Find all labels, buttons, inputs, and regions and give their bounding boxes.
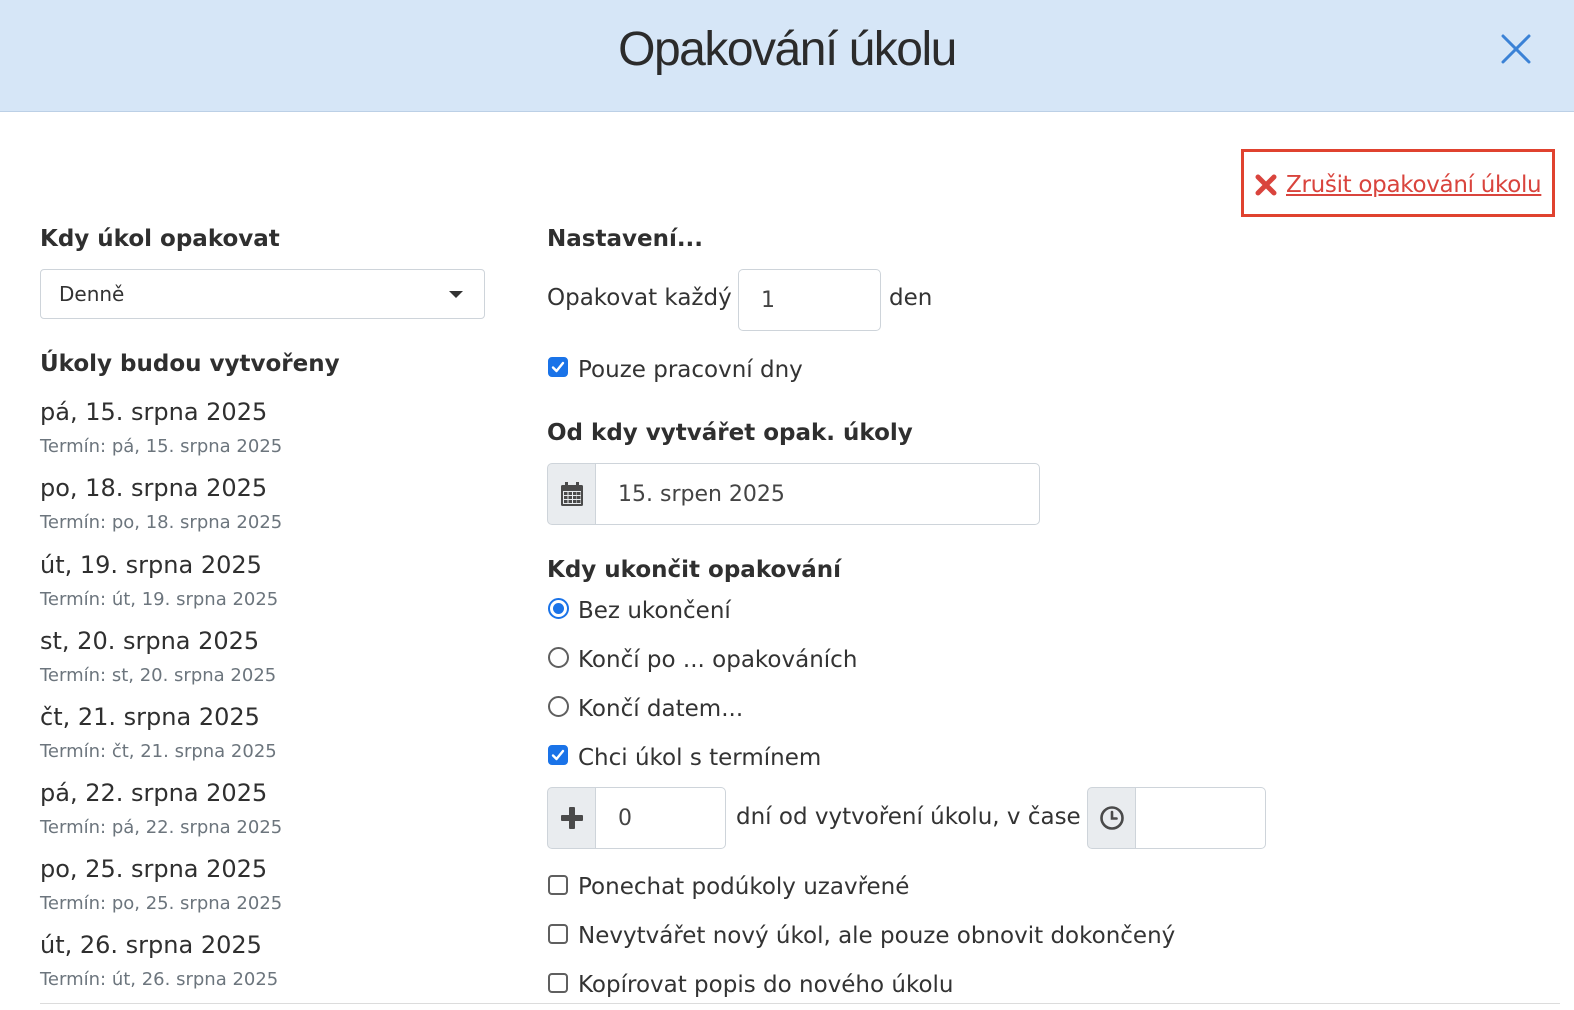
occurrence-term: Termín: pá, 22. srpna 2025 (40, 817, 283, 838)
occurrence-term: Termín: st, 20. srpna 2025 (40, 665, 277, 686)
occurrence-term: Termín: pá, 15. srpna 2025 (40, 436, 283, 457)
end-option-label: Bez ukončení (578, 598, 731, 624)
when-heading: Kdy úkol opakovat (40, 226, 280, 252)
repeat-unit-label: den (889, 285, 933, 311)
repeat-every-label: Opakovat každý (547, 285, 732, 311)
occurrence-date: pá, 22. srpna 2025 (40, 779, 268, 807)
start-heading: Od kdy vytvářet opak. úkoly (547, 420, 913, 446)
close-button[interactable] (1499, 32, 1533, 66)
option-label: Kopírovat popis do nového úkolu (578, 972, 954, 998)
frequency-value: Denně (59, 282, 125, 306)
close-icon (1501, 34, 1531, 64)
workdays-only-checkbox[interactable] (548, 357, 568, 377)
plus-icon (560, 807, 583, 829)
option-label: Nevytvářet nový úkol, ale pouze obnovit … (578, 923, 1176, 949)
occurrence-date: út, 19. srpna 2025 (40, 551, 262, 579)
occurrence-date: pá, 15. srpna 2025 (40, 398, 268, 426)
check-icon (551, 749, 565, 761)
clock-addon[interactable] (1087, 787, 1136, 849)
cancel-repeat-link[interactable]: Zrušit opakování úkolu (1254, 168, 1550, 202)
end-option-radio[interactable] (548, 647, 569, 668)
renew-completed-checkbox[interactable] (548, 924, 568, 944)
x-mark-icon (1255, 174, 1277, 196)
deadline-days-input[interactable]: 0 (595, 787, 726, 849)
end-heading: Kdy ukončit opakování (547, 557, 842, 583)
occurrence-date: po, 18. srpna 2025 (40, 474, 268, 502)
occurrence-date: čt, 21. srpna 2025 (40, 703, 260, 731)
clock-icon (1099, 806, 1124, 830)
cancel-repeat-label: Zrušit opakování úkolu (1286, 172, 1542, 198)
repeat-interval-input[interactable]: 1 (738, 269, 881, 331)
deadline-suffix-label: dní od vytvoření úkolu, v čase (736, 804, 1081, 830)
start-date-value: 15. srpen 2025 (618, 481, 785, 507)
calendar-addon[interactable] (547, 463, 596, 525)
divider (40, 1003, 1560, 1004)
copy-description-checkbox[interactable] (548, 973, 568, 993)
chevron-down-icon (449, 291, 463, 298)
option-label: Ponechat podúkoly uzavřené (578, 874, 910, 900)
occurrence-term: Termín: po, 25. srpna 2025 (40, 893, 283, 914)
dialog-header: Opakování úkolu (0, 0, 1574, 112)
occurrence-date: út, 26. srpna 2025 (40, 931, 262, 959)
end-option-label: Končí po ... opakováních (578, 647, 858, 673)
frequency-select[interactable]: Denně (40, 269, 485, 319)
created-heading: Úkoly budou vytvořeny (40, 351, 340, 377)
occurrence-date: po, 25. srpna 2025 (40, 855, 268, 883)
settings-heading: Nastavení... (547, 226, 704, 252)
deadline-time-input[interactable] (1135, 787, 1266, 849)
occurrence-term: Termín: čt, 21. srpna 2025 (40, 741, 277, 762)
dialog-title: Opakování úkolu (618, 23, 957, 76)
deadline-days-value: 0 (618, 805, 632, 831)
occurrence-date: st, 20. srpna 2025 (40, 627, 260, 655)
end-option-label: Končí datem... (578, 696, 744, 722)
with-deadline-label: Chci úkol s termínem (578, 745, 822, 771)
occurrence-term: Termín: po, 18. srpna 2025 (40, 512, 283, 533)
keep-subtasks-closed-checkbox[interactable] (548, 875, 568, 895)
check-icon (551, 361, 565, 373)
occurrence-term: Termín: út, 26. srpna 2025 (40, 969, 279, 990)
repeat-interval-value: 1 (761, 287, 775, 313)
end-option-radio[interactable] (548, 696, 569, 717)
occurrence-term: Termín: út, 19. srpna 2025 (40, 589, 279, 610)
start-date-input[interactable]: 15. srpen 2025 (595, 463, 1040, 525)
with-deadline-checkbox[interactable] (548, 745, 568, 765)
end-option-radio[interactable] (548, 598, 569, 619)
workdays-only-label: Pouze pracovní dny (578, 357, 803, 383)
calendar-icon (560, 482, 583, 506)
plus-addon (547, 787, 596, 849)
